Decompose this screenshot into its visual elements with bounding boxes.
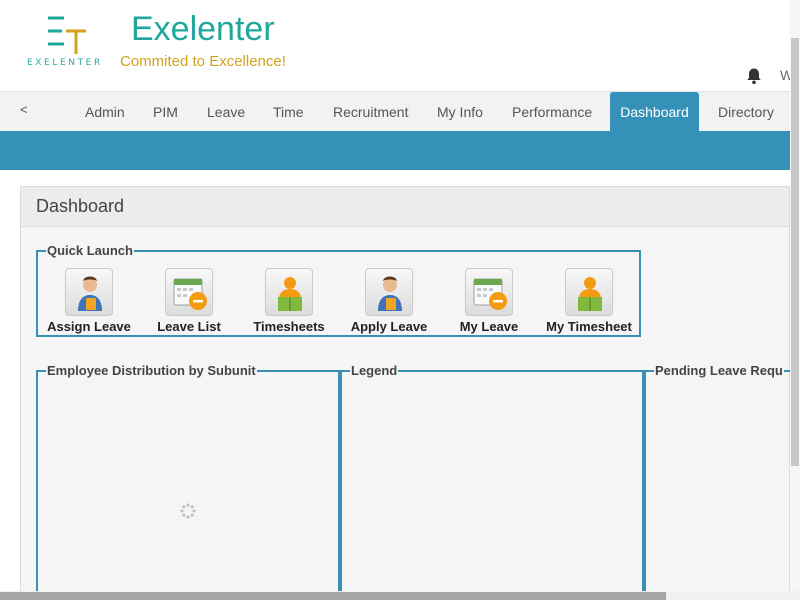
loading-spinner-icon [180,503,196,519]
menu-item-performance[interactable]: Performance [512,92,592,132]
quick-launch-label: My Leave [459,319,519,334]
notification-bell-icon[interactable] [745,67,763,85]
widget-title: Pending Leave Requ [655,363,783,378]
app-window: { "header": { "logo_letters": "ET", "log… [0,0,800,600]
submenu-bar [0,131,790,170]
quick-launch-label: Timesheets [253,319,325,334]
person-timesheet-icon [265,268,313,316]
menu-item-pim[interactable]: PIM [153,92,178,132]
employee-distribution-widget: Employee Distribution by Subunit [36,363,340,600]
person-timesheet-icon [565,268,613,316]
menu-item-my-info[interactable]: My Info [437,92,483,132]
person-assign-icon [65,268,113,316]
quick-launch-timesheets[interactable]: Timesheets [239,268,339,334]
page-title: Dashboard [36,196,125,216]
vertical-scrollbar-thumb[interactable] [791,38,799,466]
dashboard-panel: Dashboard Quick Launch Assign Leave Leav… [20,186,800,600]
logo-subtext: EXELENTER [27,58,103,68]
brand-name[interactable]: Exelenter [131,10,275,49]
menu-item-time[interactable]: Time [273,92,304,132]
quick-launch-my-leave[interactable]: My Leave [439,268,539,334]
calendar-my-leave-icon [465,268,513,316]
top-header: EXELENTER Exelenter Commited to Excellen… [0,0,800,91]
dashboard-header: Dashboard [21,187,789,227]
menu-item-admin[interactable]: Admin [85,92,125,132]
menu-item-leave[interactable]: Leave [207,92,245,132]
person-apply-icon [365,268,413,316]
legend-widget: Legend [340,363,644,600]
menu-item-recruitment[interactable]: Recruitment [333,92,408,132]
quick-launch-label: Assign Leave [47,319,131,334]
menu-scroll-left-button[interactable]: < [20,102,28,117]
quick-launch-assign-leave[interactable]: Assign Leave [39,268,139,334]
brand-tagline: Commited to Excellence! [120,53,286,70]
pending-leave-requests-widget: Pending Leave Requ [644,363,800,600]
menu-item-directory[interactable]: Directory [718,92,774,132]
quick-launch-label: My Timesheet [546,319,632,334]
horizontal-scrollbar-thumb[interactable] [0,592,666,600]
widget-title: Legend [351,363,398,378]
quick-launch-legend: Quick Launch [47,243,133,258]
quick-launch-leave-list[interactable]: Leave List [139,268,239,334]
quick-launch-group: Quick Launch Assign Leave Leave List Tim… [36,243,641,337]
calendar-list-icon [165,268,213,316]
quick-launch-my-timesheet[interactable]: My Timesheet [539,268,639,334]
quick-launch-apply-leave[interactable]: Apply Leave [339,268,439,334]
menu-item-dashboard[interactable]: Dashboard [610,92,699,132]
main-menu: < Admin PIM Leave Time Recruitment My In… [0,91,790,132]
quick-launch-label: Apply Leave [350,319,428,334]
widget-title: Employee Distribution by Subunit [47,363,256,378]
quick-launch-label: Leave List [157,319,221,334]
